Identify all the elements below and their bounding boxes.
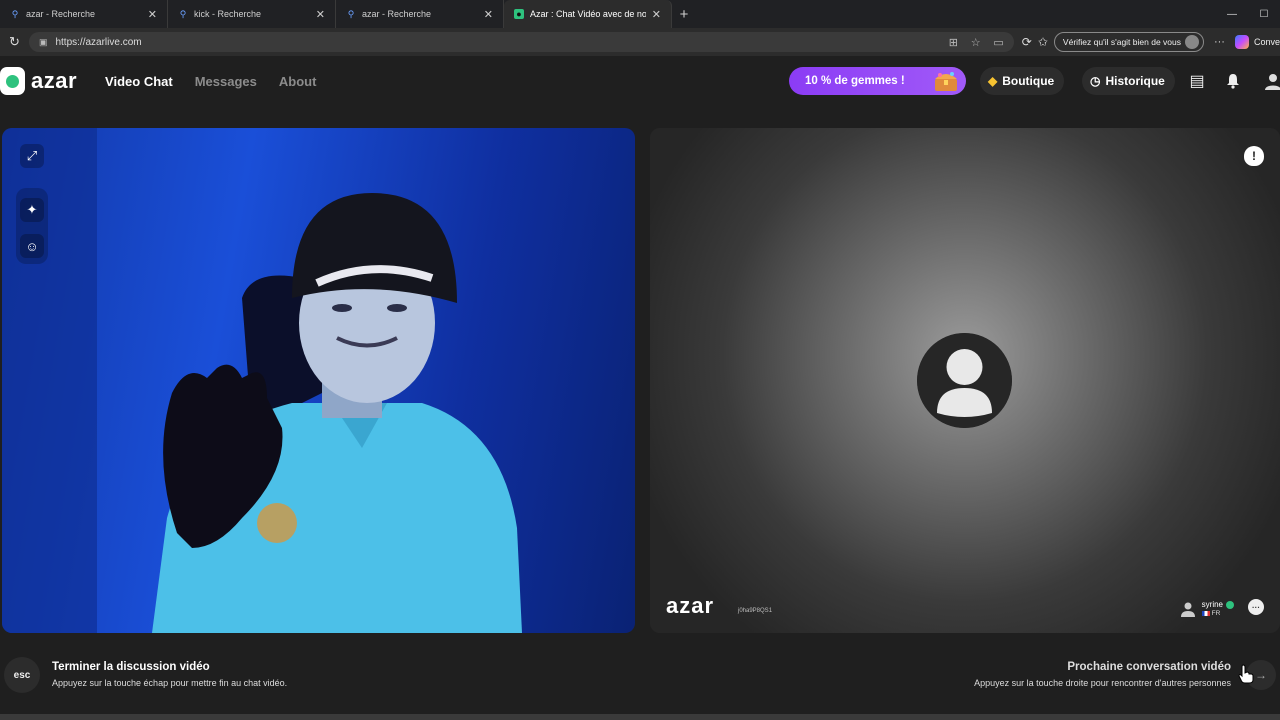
browser-tab-bar: ⚲ azar - Recherche ✕ ⚲ kick - Recherche … (0, 0, 1280, 28)
more-options-icon[interactable]: ··· (1214, 36, 1225, 48)
azar-logo-icon (0, 67, 25, 95)
verified-badge-icon (1226, 600, 1234, 609)
session-id: j0ha9P8QS1 (738, 608, 773, 614)
nav-video-chat[interactable]: Video Chat (105, 74, 173, 89)
end-chat-title[interactable]: Terminer la discussion vidéo (52, 661, 210, 673)
apps-icon[interactable]: ⊞ (949, 37, 958, 49)
bottom-edge (0, 714, 1280, 720)
partner-name: syrine (1201, 600, 1223, 609)
address-bar-row: ↻ ▣ https://azarlive.com ⊞ ☆ ▭ ⟳ ✩ Vérif… (0, 28, 1280, 56)
extensions-icon[interactable]: ⟳ (1022, 35, 1032, 49)
hand-cursor-icon (1238, 664, 1254, 684)
media-icon[interactable]: ▭ (993, 37, 1003, 49)
history-button[interactable]: ◷ Historique (1082, 67, 1175, 95)
inbox-icon[interactable]: ▤ (1186, 70, 1208, 92)
profile-avatar (1184, 35, 1199, 49)
copilot-label: Conve (1253, 37, 1280, 47)
next-chat-hint: Appuyez sur la touche droite pour rencon… (974, 678, 1231, 688)
url-field[interactable]: ▣ https://azarlive.com ⊞ ☆ ▭ (28, 32, 1014, 52)
browser-tab-active[interactable]: ● Azar : Chat Vidéo avec de nou ✕ (504, 0, 672, 28)
shop-label: Boutique (1002, 74, 1055, 88)
chat-bubble-icon[interactable]: ··· (1248, 599, 1264, 615)
local-video: ⤢ ✦ ☺ (2, 128, 635, 633)
copilot-icon (1234, 35, 1249, 49)
smiley-icon[interactable]: ☺ (20, 234, 44, 258)
remote-video: ! azar j0ha9P8QS1 syrine FR ··· (650, 128, 1280, 633)
nav-about[interactable]: About (279, 74, 317, 89)
new-tab-button[interactable]: + (672, 0, 696, 28)
close-icon[interactable]: ✕ (652, 8, 661, 21)
azar-logo[interactable]: azar (0, 67, 77, 95)
browser-tab[interactable]: ⚲ azar - Recherche ✕ (336, 0, 504, 28)
gem-icon: ◆ (988, 74, 998, 88)
gems-promo-banner[interactable]: 10 % de gemmes ! (789, 67, 966, 95)
promo-text: 10 % de gemmes ! (805, 75, 905, 87)
next-chat-title[interactable]: Prochaine conversation vidéo (1067, 661, 1231, 673)
france-flag-icon (1201, 610, 1210, 616)
end-chat-esc-button[interactable]: esc (4, 657, 40, 693)
magic-wand-icon[interactable]: ✦ (20, 198, 44, 222)
reload-icon[interactable]: ↻ (0, 34, 29, 50)
main-nav: Video Chat Messages About (105, 74, 338, 89)
call-controls-footer: esc Terminer la discussion vidéo Appuyez… (0, 650, 1280, 706)
close-icon[interactable]: ✕ (316, 8, 325, 21)
minimize-icon[interactable]: — (1216, 9, 1248, 20)
lock-icon[interactable]: ▣ (39, 37, 48, 48)
tab-label: Azar : Chat Vidéo avec de nou (530, 9, 646, 19)
app-header: azar Video Chat Messages About 10 % de g… (0, 56, 1280, 106)
close-icon[interactable]: ✕ (484, 8, 493, 21)
url-text[interactable]: https://azarlive.com (55, 37, 141, 48)
user-avatar-icon[interactable] (1262, 70, 1280, 92)
azar-watermark: azar (666, 593, 715, 618)
report-shield-icon[interactable]: ! (1244, 146, 1264, 166)
favorites-icon[interactable]: ✩ (1038, 35, 1048, 49)
favorite-star-icon[interactable]: ☆ (971, 37, 981, 49)
partner-country: FR (1211, 610, 1221, 617)
logo-text: azar (31, 68, 78, 93)
nav-messages[interactable]: Messages (195, 74, 257, 89)
browser-tab[interactable]: ⚲ azar - Recherche ✕ (0, 0, 168, 28)
profile-verify-button[interactable]: Vérifiez qu'il s'agit bien de vous (1053, 32, 1204, 52)
close-icon[interactable]: ✕ (148, 8, 157, 21)
treasure-chest-icon (935, 72, 957, 91)
tab-label: kick - Recherche (194, 9, 262, 19)
expand-icon[interactable]: ⤢ (20, 144, 44, 168)
shop-button[interactable]: ◆ Boutique (980, 67, 1065, 95)
partner-placeholder-avatar (917, 333, 1012, 428)
user-silhouette-icon (917, 333, 1012, 428)
azar-favicon-icon: ● (514, 9, 524, 19)
end-chat-hint: Appuyez sur la touche échap pour mettre … (52, 678, 288, 688)
partner-avatar-icon (1180, 602, 1195, 617)
local-camera-feed (2, 128, 522, 633)
maximize-icon[interactable]: ☐ (1248, 9, 1280, 20)
browser-tab[interactable]: ⚲ kick - Recherche ✕ (168, 0, 336, 28)
tab-label: azar - Recherche (362, 9, 432, 19)
clock-icon: ◷ (1090, 74, 1101, 88)
history-label: Historique (1105, 74, 1165, 88)
search-icon: ⚲ (11, 8, 19, 19)
bell-icon[interactable] (1222, 70, 1244, 92)
window-controls: — ☐ (1216, 0, 1280, 28)
verify-label: Vérifiez qu'il s'agit bien de vous (1062, 37, 1181, 47)
search-icon: ⚲ (179, 8, 187, 19)
search-icon: ⚲ (347, 8, 355, 19)
partner-info[interactable]: syrine FR (1180, 600, 1234, 617)
tab-label: azar - Recherche (26, 9, 96, 19)
copilot-button[interactable]: Conve (1234, 35, 1280, 49)
